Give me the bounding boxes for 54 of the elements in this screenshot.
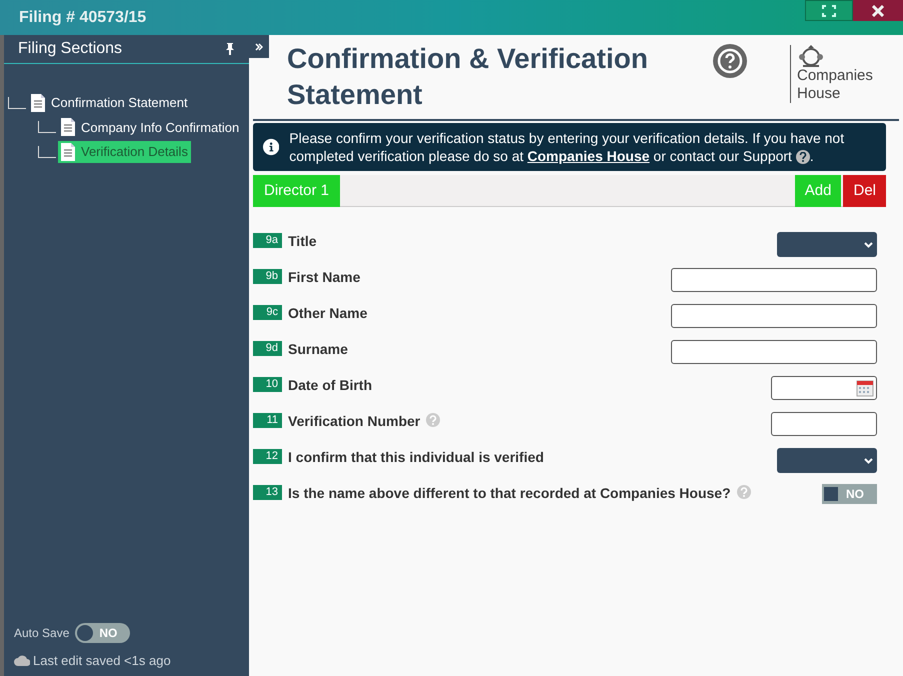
companies-house-link[interactable]: Companies House bbox=[527, 148, 650, 164]
document-icon bbox=[61, 118, 75, 136]
close-icon bbox=[872, 4, 884, 16]
close-button[interactable] bbox=[853, 0, 903, 21]
info-message: Please confirm your verification status by entering your verification details. If you have not completed verification please do so at Companies House or contact our Support . bbox=[289, 129, 846, 165]
cloud-icon bbox=[14, 654, 30, 666]
chevron-down-icon bbox=[864, 458, 873, 464]
date-field[interactable] bbox=[771, 376, 877, 400]
tree-item[interactable]: Confirmation Statement bbox=[28, 92, 191, 114]
field-label: Other Name bbox=[288, 304, 368, 323]
field-label: Surname bbox=[288, 340, 348, 359]
document-icon bbox=[31, 94, 45, 112]
field-number: 12 bbox=[253, 449, 282, 464]
maximize-button[interactable] bbox=[805, 0, 853, 21]
document-icon bbox=[61, 142, 75, 161]
field-number: 13 bbox=[253, 485, 282, 500]
double-chevron-icon bbox=[255, 42, 263, 50]
field-label: First Name bbox=[288, 268, 360, 287]
tree-item[interactable]: Verification Details bbox=[58, 141, 191, 162]
field-number: 10 bbox=[253, 377, 282, 392]
field-number: 9c bbox=[253, 305, 282, 320]
sidebar-title: Filing Sections bbox=[18, 39, 122, 59]
field-number: 11 bbox=[253, 413, 282, 428]
field-label: Date of Birth bbox=[288, 376, 372, 395]
tree-item[interactable]: Company Info Confirmation bbox=[58, 116, 242, 138]
field-label: Is the name above different to that recorded at Companies House? bbox=[288, 484, 731, 503]
input-field[interactable] bbox=[771, 412, 877, 436]
calendar-icon[interactable] bbox=[856, 379, 874, 397]
pin-icon[interactable] bbox=[225, 43, 235, 55]
crest-icon bbox=[797, 45, 825, 67]
auto-save-label: Auto Save bbox=[14, 624, 70, 642]
input-field[interactable] bbox=[671, 268, 877, 292]
auto-save-toggle[interactable]: NO bbox=[75, 622, 130, 642]
chevron-down-icon bbox=[864, 242, 873, 248]
delete-button[interactable]: Del bbox=[843, 175, 886, 207]
toggle-switch[interactable]: NO bbox=[822, 484, 877, 504]
window-title: Filing # 40573/15 bbox=[19, 8, 146, 28]
input-field[interactable] bbox=[671, 340, 877, 364]
last-saved-status: Last edit saved <1s ago bbox=[33, 652, 171, 670]
field-number: 9b bbox=[253, 269, 282, 284]
field-label: Verification Number bbox=[288, 412, 420, 431]
maximize-icon bbox=[822, 4, 836, 16]
field-label: Title bbox=[288, 232, 317, 251]
expand-button[interactable] bbox=[249, 35, 269, 58]
add-button[interactable]: Add bbox=[794, 175, 842, 207]
page-title: Confirmation & Verification Statement bbox=[287, 42, 649, 112]
director-tab[interactable]: Director 1 bbox=[253, 175, 340, 207]
logo-text: Companies House bbox=[797, 67, 874, 103]
help-icon[interactable] bbox=[713, 44, 747, 78]
field-label: I confirm that this individual is verified bbox=[288, 448, 544, 467]
field-number: 9a bbox=[253, 233, 282, 248]
field-number: 9d bbox=[253, 341, 282, 356]
help-icon[interactable] bbox=[796, 150, 810, 164]
input-field[interactable] bbox=[671, 304, 877, 328]
